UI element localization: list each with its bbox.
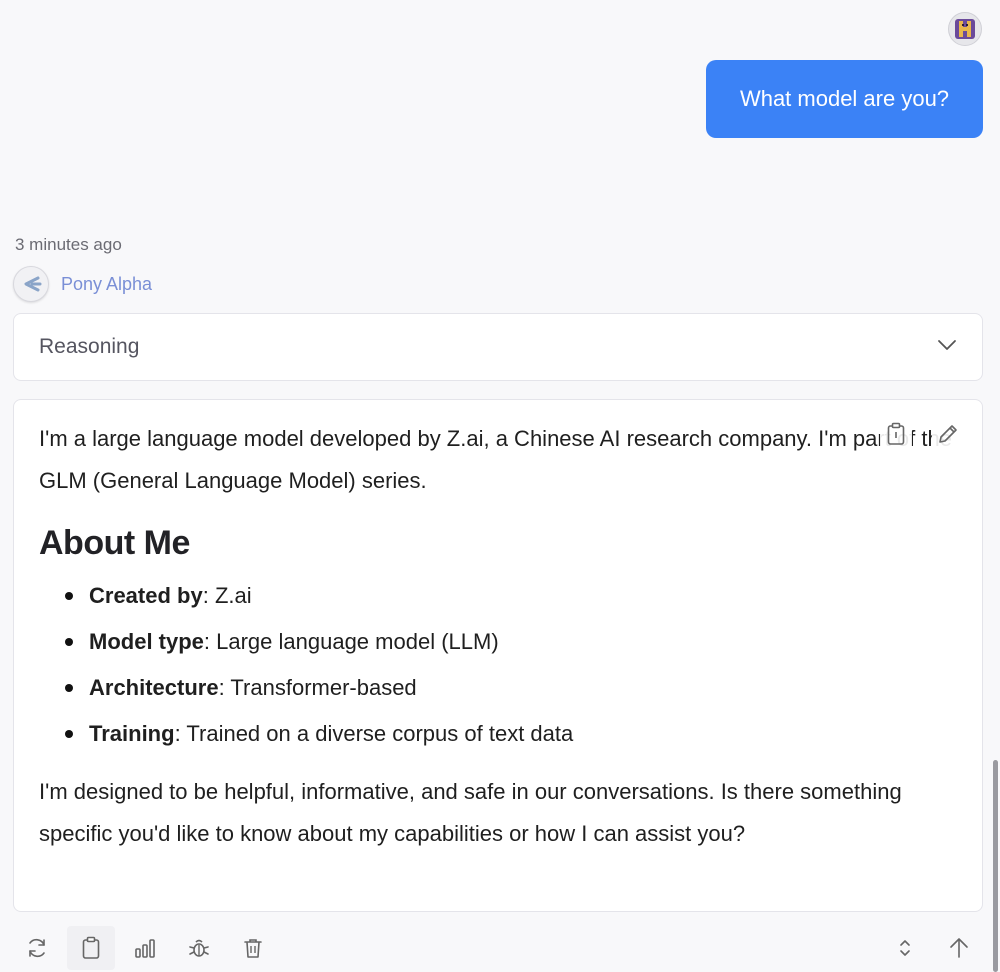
toolbar-right: [875, 926, 983, 970]
list-item-label: Training: [89, 721, 175, 746]
page-scrollbar[interactable]: [993, 760, 998, 972]
user-avatar[interactable]: [948, 12, 982, 46]
model-header: Pony Alpha: [13, 266, 152, 302]
toolbar-left: [13, 926, 283, 970]
bullet-icon: [65, 592, 73, 600]
list-item-value: : Z.ai: [202, 583, 252, 608]
chevron-down-icon[interactable]: [936, 334, 958, 361]
list-item-label: Model type: [89, 629, 204, 654]
reasoning-label: Reasoning: [39, 335, 140, 358]
reasoning-collapsible[interactable]: Reasoning: [13, 313, 983, 381]
bar-chart-icon[interactable]: [121, 926, 169, 970]
list-item-value: : Transformer-based: [218, 675, 417, 700]
bullet-icon: [65, 684, 73, 692]
refresh-icon[interactable]: [13, 926, 61, 970]
list-item: Created by: Z.ai: [61, 573, 957, 619]
bug-icon[interactable]: [175, 926, 223, 970]
assistant-response: I'm a large language model developed by …: [13, 399, 983, 912]
bullet-icon: [65, 638, 73, 646]
clipboard-icon[interactable]: [880, 418, 912, 450]
list-item-label: Architecture: [89, 675, 219, 700]
model-name[interactable]: Pony Alpha: [61, 274, 152, 295]
message-timestamp: 3 minutes ago: [15, 235, 122, 254]
arrow-up-icon[interactable]: [935, 926, 983, 970]
trash-icon[interactable]: [229, 926, 277, 970]
model-logo-icon: [13, 266, 49, 302]
avatar-image: [955, 19, 975, 39]
clipboard-icon[interactable]: [67, 926, 115, 970]
list-item: Model type: Large language model (LLM): [61, 619, 957, 665]
list-item-value: : Large language model (LLM): [203, 629, 499, 654]
chevron-updown-icon[interactable]: [881, 926, 929, 970]
list-item: Training: Trained on a diverse corpus of…: [61, 711, 957, 757]
list-item-label: Created by: [89, 583, 203, 608]
response-list: Created by: Z.ai Model type: Large langu…: [61, 573, 957, 757]
pencil-icon[interactable]: [932, 418, 964, 450]
user-message-bubble: What model are you?: [706, 60, 983, 138]
list-item: Architecture: Transformer-based: [61, 665, 957, 711]
response-actions: [880, 418, 964, 450]
list-item-value: : Trained on a diverse corpus of text da…: [174, 721, 574, 746]
chat-page: What model are you? 3 minutes ago Pony A…: [0, 0, 1000, 972]
response-closing: I'm designed to be helpful, informative,…: [39, 779, 902, 846]
bullet-icon: [65, 730, 73, 738]
message-toolbar: [13, 926, 983, 970]
user-message-text: What model are you?: [739, 86, 950, 111]
response-heading: About Me: [39, 524, 190, 562]
response-intro: I'm a large language model developed by …: [39, 426, 952, 493]
